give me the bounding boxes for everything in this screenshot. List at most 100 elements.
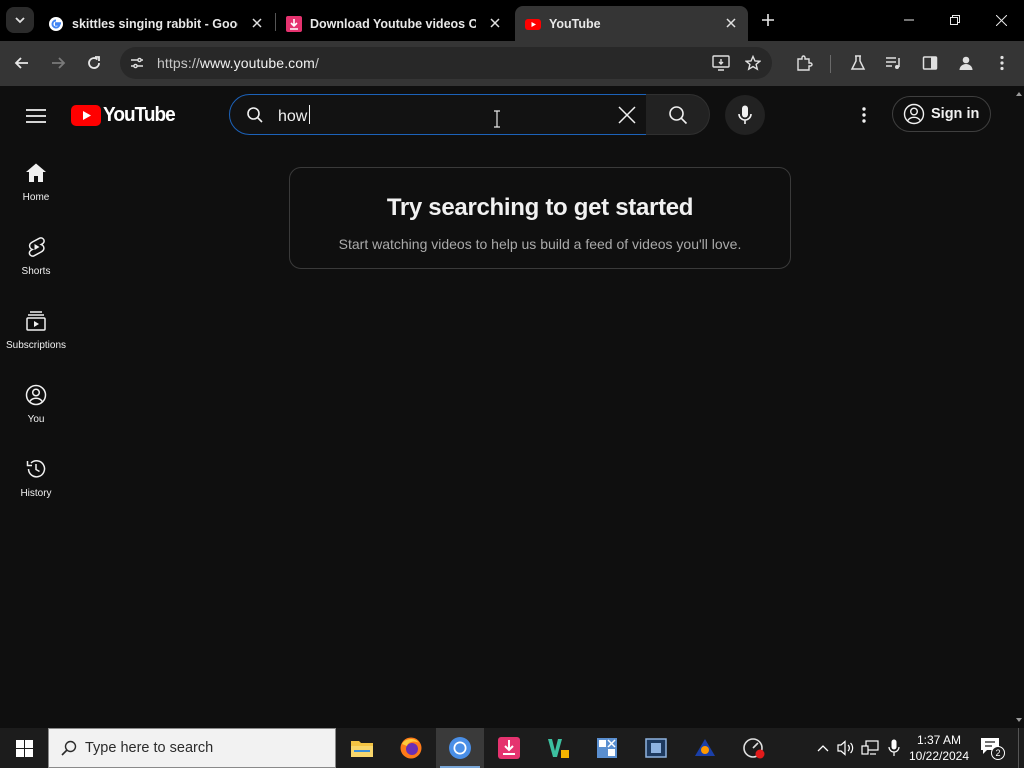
back-button[interactable] <box>10 51 34 75</box>
restore-icon <box>950 15 960 25</box>
search-input[interactable]: how <box>229 94 647 135</box>
sign-in-button[interactable]: Sign in <box>892 96 991 132</box>
clear-search-button[interactable] <box>614 102 640 128</box>
youtube-wordmark: YouTube <box>103 103 176 126</box>
account-circle-icon <box>903 103 925 125</box>
media-control-button[interactable] <box>882 51 906 75</box>
taskbar-app-vs[interactable] <box>534 728 582 768</box>
new-tab-button[interactable] <box>757 9 779 31</box>
start-button[interactable] <box>0 728 48 768</box>
labs-button[interactable] <box>846 51 870 75</box>
extensions-button[interactable] <box>792 51 816 75</box>
guide-item-you[interactable]: You <box>0 366 72 440</box>
voice-search-button[interactable] <box>725 95 765 135</box>
bookmark-star-icon[interactable] <box>744 54 762 72</box>
taskbar-search-placeholder: Type here to search <box>85 740 214 756</box>
restore-button[interactable] <box>932 0 978 40</box>
taskbar-firefox[interactable] <box>387 728 435 768</box>
side-panel-icon <box>922 56 938 70</box>
clock-date: 10/22/2024 <box>908 749 970 763</box>
close-tab-icon[interactable] <box>486 14 504 32</box>
side-panel-button[interactable] <box>918 51 942 75</box>
guide-item-home[interactable]: Home <box>0 144 72 218</box>
windows-taskbar: Type here to search 1:37 AM 10/22/2024 2 <box>0 728 1024 768</box>
arrow-left-icon <box>14 57 28 69</box>
folder-icon <box>351 741 373 757</box>
chevron-up-icon <box>817 745 829 752</box>
search-button[interactable] <box>646 94 710 135</box>
address-bar[interactable]: https://www.youtube.com/ <box>120 47 772 79</box>
taskbar-chrome[interactable] <box>436 728 484 768</box>
prompt-title: Try searching to get started <box>386 194 694 221</box>
tab-download-site[interactable]: Download Youtube videos Onl <box>276 6 512 41</box>
minimize-button[interactable] <box>886 0 932 40</box>
install-app-icon[interactable] <box>712 54 730 72</box>
history-icon <box>26 460 46 478</box>
settings-menu-button[interactable] <box>852 103 876 127</box>
microphone-tray-icon[interactable] <box>884 738 904 758</box>
prompt-subtitle: Start watching videos to help us build a… <box>338 236 742 252</box>
url-text: https://www.youtube.com/ <box>157 55 319 71</box>
guide-item-subscriptions[interactable]: Subscriptions <box>0 292 72 366</box>
taskbar-search-box[interactable]: Type here to search <box>48 728 336 768</box>
page-scrollbar[interactable] <box>1014 86 1024 728</box>
empty-feed-prompt: Try searching to get started Start watch… <box>289 167 791 269</box>
clock-time: 1:37 AM <box>916 733 962 747</box>
scroll-up-arrow-icon[interactable] <box>1016 92 1022 96</box>
taskbar-app-video-editor[interactable] <box>632 728 680 768</box>
taskbar-clock[interactable]: 1:37 AM 10/22/2024 <box>905 732 973 764</box>
youtube-page: YouTube how Sign in Home Shorts Subscrip… <box>0 86 1024 728</box>
guide-item-shorts[interactable]: Shorts <box>0 218 72 292</box>
arrow-right-icon <box>52 57 66 69</box>
sign-in-label: Sign in <box>931 106 980 122</box>
taskbar-app-calculator[interactable] <box>583 728 631 768</box>
tab-search-button[interactable] <box>6 7 34 33</box>
guide-item-label: You <box>27 414 45 425</box>
reload-button[interactable] <box>82 51 106 75</box>
youtube-logo[interactable]: YouTube <box>71 104 179 126</box>
show-desktop-button[interactable] <box>1018 728 1019 768</box>
hamburger-menu-icon <box>26 109 46 123</box>
profile-button[interactable] <box>954 51 978 75</box>
recorder-app-icon <box>695 739 715 756</box>
url-scheme: https:// <box>157 55 200 71</box>
youtube-icon <box>525 18 541 30</box>
notification-count-badge: 2 <box>991 746 1005 760</box>
search-query-text: how <box>278 105 311 126</box>
chevron-down-icon <box>15 17 25 24</box>
chrome-icon <box>449 737 471 759</box>
action-center-button[interactable]: 2 <box>980 737 1006 760</box>
network-tray-icon[interactable] <box>860 738 880 758</box>
tab-youtube[interactable]: YouTube <box>515 6 748 41</box>
masthead: YouTube how Sign in <box>0 86 1014 144</box>
browser-menu-button[interactable] <box>990 51 1014 75</box>
speaker-icon <box>837 740 854 756</box>
editor-app-icon <box>548 739 569 758</box>
taskbar-file-explorer[interactable] <box>338 728 386 768</box>
site-info-icon[interactable] <box>128 54 146 72</box>
taskbar-video-downloader[interactable] <box>485 728 533 768</box>
toolbar-divider <box>830 55 831 73</box>
show-hidden-icons-button[interactable] <box>813 738 833 758</box>
scroll-down-arrow-icon[interactable] <box>1016 718 1022 722</box>
close-tab-icon[interactable] <box>722 14 740 32</box>
music-queue-icon <box>886 57 900 69</box>
puzzle-icon <box>797 55 813 71</box>
search-query-value: how <box>278 108 308 125</box>
microphone-icon <box>738 105 752 124</box>
search-icon <box>668 105 687 124</box>
close-tab-icon[interactable] <box>248 14 266 32</box>
close-icon <box>995 14 1007 26</box>
plus-icon <box>762 14 774 26</box>
guide-item-history[interactable]: History <box>0 440 72 514</box>
tab-google-search[interactable]: skittles singing rabbit - Google <box>38 6 274 41</box>
taskbar-app-speedtest[interactable] <box>730 728 778 768</box>
taskbar-app-recorder[interactable] <box>681 728 729 768</box>
forward-button[interactable] <box>46 51 70 75</box>
guide-item-label: Shorts <box>21 266 51 277</box>
guide-menu-button[interactable] <box>24 104 48 128</box>
person-icon <box>959 56 973 70</box>
account-icon <box>25 384 47 406</box>
volume-tray-icon[interactable] <box>836 738 856 758</box>
close-window-button[interactable] <box>978 0 1024 40</box>
